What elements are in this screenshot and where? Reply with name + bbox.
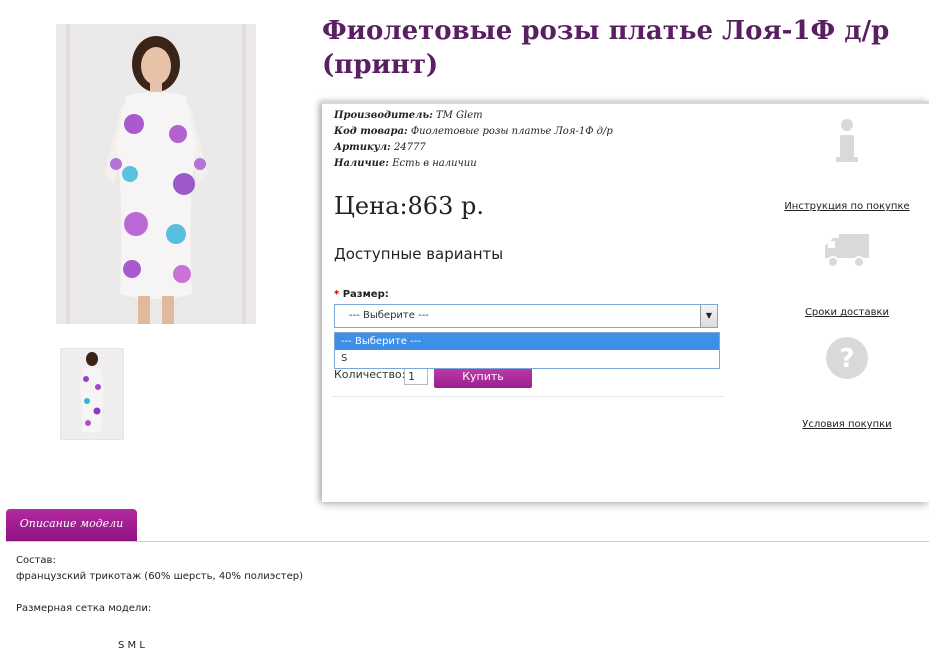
- tab-divider: [6, 541, 929, 542]
- product-meta: Производитель: TM Glem Код товара: Фиоле…: [334, 108, 613, 172]
- description-content: Состав: французский трикотаж (60% шерсть…: [16, 553, 303, 617]
- composition-label: Состав:: [16, 555, 56, 566]
- meta-stock: Наличие: Есть в наличии: [334, 156, 613, 172]
- sku-label: Артикул:: [334, 142, 391, 153]
- truck-icon: [825, 234, 869, 268]
- variants-heading: Доступные варианты: [334, 245, 504, 263]
- terms-block[interactable]: ? Условия покупки: [772, 336, 922, 431]
- size-label-text: Размер:: [342, 289, 389, 300]
- divider: [332, 396, 724, 397]
- size-option[interactable]: S: [335, 350, 719, 367]
- meta-sku: Артикул: 24777: [334, 140, 613, 156]
- composition-value: французский трикотаж (60% шерсть, 40% по…: [16, 571, 303, 582]
- instructions-block[interactable]: Инструкция по покупке: [772, 118, 922, 213]
- thumbnail-illustration: [61, 349, 123, 439]
- terms-link[interactable]: Условия покупки: [802, 419, 891, 430]
- quantity-input[interactable]: 1: [404, 367, 428, 385]
- buy-button[interactable]: Купить: [434, 366, 532, 388]
- size-dropdown-list[interactable]: --- Выберите --- S: [334, 332, 720, 369]
- code-value: Фиолетовые розы платье Лоя-1Ф д/р: [410, 126, 613, 137]
- product-main-image[interactable]: [56, 24, 256, 324]
- info-icon: [836, 119, 858, 162]
- stock-label: Наличие:: [334, 158, 389, 169]
- code-label: Код товара:: [334, 126, 408, 137]
- manufacturer-label: Производитель:: [334, 110, 433, 121]
- size-label: * Размер:: [334, 289, 389, 300]
- delivery-block[interactable]: Сроки доставки: [772, 232, 922, 319]
- meta-code: Код товара: Фиолетовые розы платье Лоя-1…: [334, 124, 613, 140]
- question-icon: ?: [826, 337, 868, 379]
- dress-photo-illustration: [56, 24, 256, 324]
- chevron-down-icon[interactable]: ▼: [700, 305, 717, 327]
- required-mark: *: [334, 289, 340, 300]
- size-option[interactable]: --- Выберите ---: [335, 333, 719, 350]
- meta-manufacturer: Производитель: TM Glem: [334, 108, 613, 124]
- size-select[interactable]: --- Выберите --- ▼: [334, 304, 718, 328]
- tab-description[interactable]: Описание модели: [6, 509, 137, 541]
- sku-value: 24777: [393, 142, 426, 153]
- quantity-label: Количество:: [334, 368, 406, 381]
- svg-text:?: ?: [839, 344, 854, 374]
- stock-value: Есть в наличии: [392, 158, 477, 169]
- product-title: Фиолетовые розы платье Лоя-1Ф д/р (принт…: [322, 16, 890, 80]
- instructions-link[interactable]: Инструкция по покупке: [784, 201, 909, 212]
- delivery-link[interactable]: Сроки доставки: [805, 307, 889, 318]
- product-thumbnail[interactable]: [60, 348, 124, 440]
- size-chart-label: Размерная сетка модели:: [16, 603, 152, 614]
- product-info-panel: Производитель: TM Glem Код товара: Фиоле…: [322, 101, 929, 502]
- product-price: Цена:863 р.: [334, 192, 484, 220]
- size-chart-sizes: S M L: [118, 640, 145, 651]
- size-select-value: --- Выберите ---: [349, 310, 429, 321]
- manufacturer-value[interactable]: TM Glem: [436, 110, 483, 121]
